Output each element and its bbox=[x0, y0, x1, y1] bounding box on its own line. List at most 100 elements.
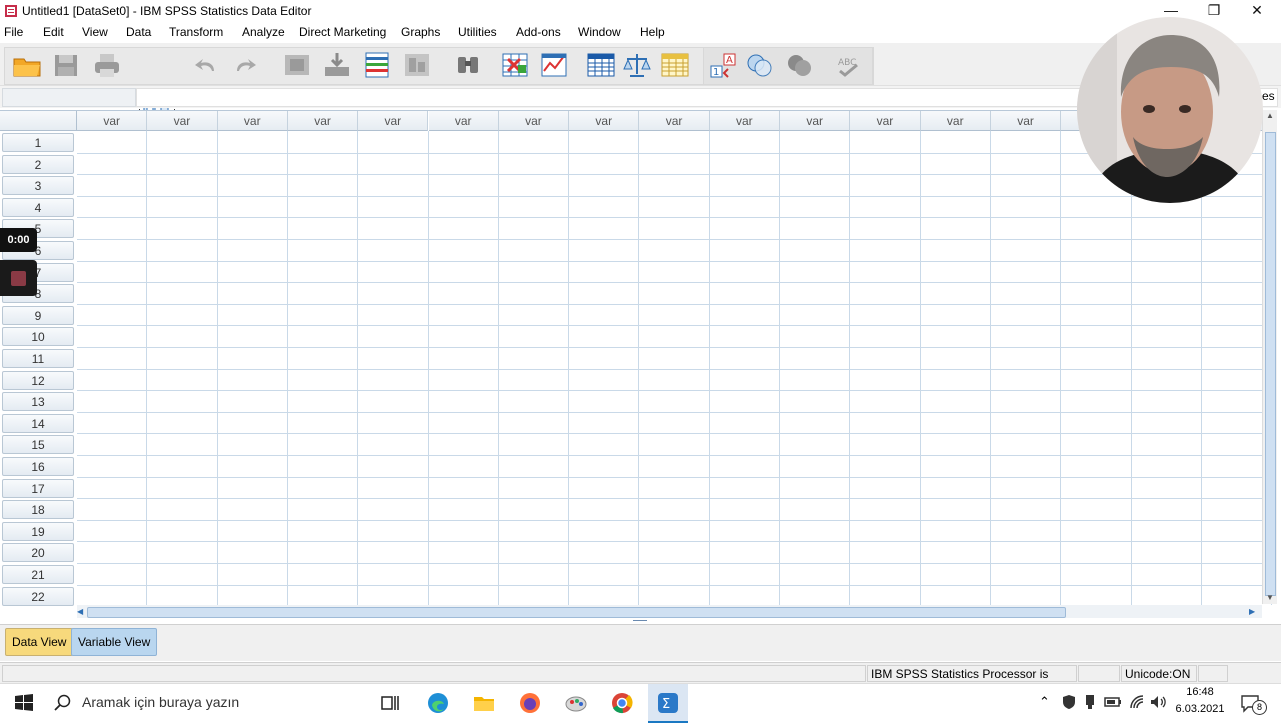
row-header[interactable]: 18 bbox=[2, 500, 74, 520]
row-header[interactable]: 22 bbox=[2, 586, 74, 606]
row-header[interactable]: 21 bbox=[2, 565, 74, 584]
show-all-variables-icon[interactable] bbox=[785, 51, 815, 79]
redo-icon[interactable] bbox=[231, 51, 261, 79]
menu-analyze[interactable]: Analyze bbox=[242, 25, 285, 39]
grid-row-line bbox=[77, 455, 1262, 456]
windows-start-icon[interactable] bbox=[12, 691, 36, 715]
run-descriptive-icon[interactable] bbox=[402, 51, 432, 79]
row-header[interactable]: 11 bbox=[2, 349, 74, 368]
tab-data-view[interactable]: Data View bbox=[5, 628, 74, 656]
row-header[interactable]: 15 bbox=[2, 435, 74, 455]
row-header[interactable]: 14 bbox=[2, 413, 74, 433]
row-header[interactable]: 10 bbox=[2, 327, 74, 347]
menu-transform[interactable]: Transform bbox=[169, 25, 223, 39]
row-header[interactable]: 2 bbox=[2, 154, 74, 174]
row-header[interactable]: 17 bbox=[2, 478, 74, 498]
search-icon bbox=[54, 694, 71, 711]
taskbar-clock-time[interactable]: 16:48 bbox=[1176, 686, 1224, 698]
use-variable-sets-icon[interactable] bbox=[745, 51, 775, 79]
column-header-var[interactable]: var bbox=[287, 111, 359, 131]
vertical-scrollbar[interactable]: ▲ ▼ bbox=[1262, 110, 1277, 604]
save-icon[interactable] bbox=[51, 51, 81, 79]
column-header-var[interactable]: var bbox=[709, 111, 780, 131]
column-header-var[interactable]: var bbox=[569, 111, 640, 131]
column-header-var[interactable]: var bbox=[147, 111, 218, 131]
column-header-var[interactable]: var bbox=[990, 111, 1062, 131]
webcam-overlay bbox=[1077, 17, 1263, 203]
row-header[interactable]: 13 bbox=[2, 392, 74, 412]
menu-data[interactable]: Data bbox=[126, 25, 151, 39]
recording-stop-button[interactable] bbox=[0, 260, 37, 296]
row-header[interactable]: 19 bbox=[2, 521, 74, 541]
scroll-down-icon[interactable]: ▼ bbox=[1263, 592, 1277, 604]
open-folder-icon[interactable] bbox=[12, 51, 42, 79]
spss-taskbar-button[interactable]: Σ bbox=[648, 684, 688, 723]
horizontal-scrollbar[interactable]: ◀ ▶ bbox=[77, 605, 1262, 618]
column-header-var[interactable]: var bbox=[77, 111, 148, 131]
usb-device-icon[interactable] bbox=[1083, 694, 1097, 710]
battery-icon[interactable] bbox=[1104, 695, 1122, 709]
paint-app-icon[interactable] bbox=[564, 691, 588, 715]
wifi-icon[interactable] bbox=[1129, 694, 1145, 710]
insert-cases-icon[interactable] bbox=[500, 51, 530, 79]
menu-add-ons[interactable]: Add-ons bbox=[516, 25, 561, 39]
row-header[interactable]: 4 bbox=[2, 197, 74, 217]
column-header-var[interactable]: var bbox=[920, 111, 991, 131]
row-header[interactable]: 12 bbox=[2, 370, 74, 390]
undo-icon[interactable] bbox=[190, 51, 220, 79]
taskbar-clock-date[interactable]: 6.03.2021 bbox=[1172, 703, 1228, 715]
insert-variable-icon[interactable] bbox=[539, 51, 569, 79]
close-button[interactable]: ✕ bbox=[1236, 0, 1278, 22]
print-icon[interactable] bbox=[92, 51, 122, 79]
task-view-icon[interactable] bbox=[378, 691, 402, 715]
grid-row-line bbox=[77, 325, 1262, 327]
scroll-right-icon[interactable]: ▶ bbox=[1249, 605, 1259, 618]
menu-direct-marketing[interactable]: Direct Marketing bbox=[299, 25, 386, 39]
horizontal-scroll-thumb[interactable] bbox=[87, 607, 1066, 618]
column-header-var[interactable]: var bbox=[358, 111, 429, 131]
menu-window[interactable]: Window bbox=[578, 25, 621, 39]
select-cases-icon[interactable] bbox=[660, 51, 690, 79]
goto-case-icon[interactable] bbox=[282, 51, 312, 79]
vertical-scroll-thumb[interactable] bbox=[1265, 132, 1276, 596]
column-header-var[interactable]: var bbox=[217, 111, 288, 131]
row-header[interactable]: 9 bbox=[2, 305, 74, 325]
cell-name-box[interactable] bbox=[2, 88, 136, 107]
defender-icon[interactable] bbox=[1061, 694, 1077, 710]
grid-corner[interactable] bbox=[0, 111, 77, 131]
column-header-var[interactable]: var bbox=[639, 111, 710, 131]
menu-view[interactable]: View bbox=[82, 25, 108, 39]
column-header-var[interactable]: var bbox=[428, 111, 499, 131]
column-header-var[interactable]: var bbox=[850, 111, 921, 131]
scroll-up-icon[interactable]: ▲ bbox=[1263, 110, 1277, 122]
data-grid[interactable]: var var var var var var var var var var var var var v… bbox=[0, 110, 1273, 608]
row-header[interactable]: 20 bbox=[2, 543, 74, 563]
goto-variable-icon[interactable] bbox=[322, 51, 352, 79]
variables-icon[interactable] bbox=[362, 51, 392, 79]
find-icon[interactable] bbox=[453, 51, 483, 79]
row-header[interactable]: 16 bbox=[2, 457, 74, 476]
menu-utilities[interactable]: Utilities bbox=[458, 25, 497, 39]
spell-check-icon[interactable]: ABC bbox=[834, 51, 864, 79]
column-header-var[interactable]: var bbox=[498, 111, 570, 131]
column-header-var[interactable]: var bbox=[780, 111, 851, 131]
menu-file[interactable]: File bbox=[4, 25, 23, 39]
firefox-icon[interactable] bbox=[518, 691, 542, 715]
show-hidden-icons-icon[interactable]: ⌃ bbox=[1039, 694, 1050, 710]
edge-browser-icon[interactable] bbox=[426, 691, 450, 715]
restore-button[interactable]: ❐ bbox=[1193, 0, 1235, 22]
row-header[interactable]: 3 bbox=[2, 176, 74, 196]
volume-icon[interactable] bbox=[1149, 694, 1167, 710]
menu-help[interactable]: Help bbox=[640, 25, 665, 39]
menu-graphs[interactable]: Graphs bbox=[401, 25, 440, 39]
chrome-icon[interactable] bbox=[610, 691, 634, 715]
menu-edit[interactable]: Edit bbox=[43, 25, 64, 39]
row-header[interactable]: 1 bbox=[2, 133, 74, 152]
split-file-icon[interactable] bbox=[586, 51, 616, 79]
file-explorer-icon[interactable] bbox=[472, 691, 496, 715]
taskbar-search-box[interactable]: Aramak için buraya yazın bbox=[44, 684, 370, 721]
tab-variable-view[interactable]: Variable View bbox=[71, 628, 158, 656]
scroll-left-icon[interactable]: ◀ bbox=[77, 605, 87, 618]
value-labels-icon[interactable]: A1 bbox=[708, 51, 738, 79]
weight-cases-icon[interactable] bbox=[622, 51, 652, 79]
